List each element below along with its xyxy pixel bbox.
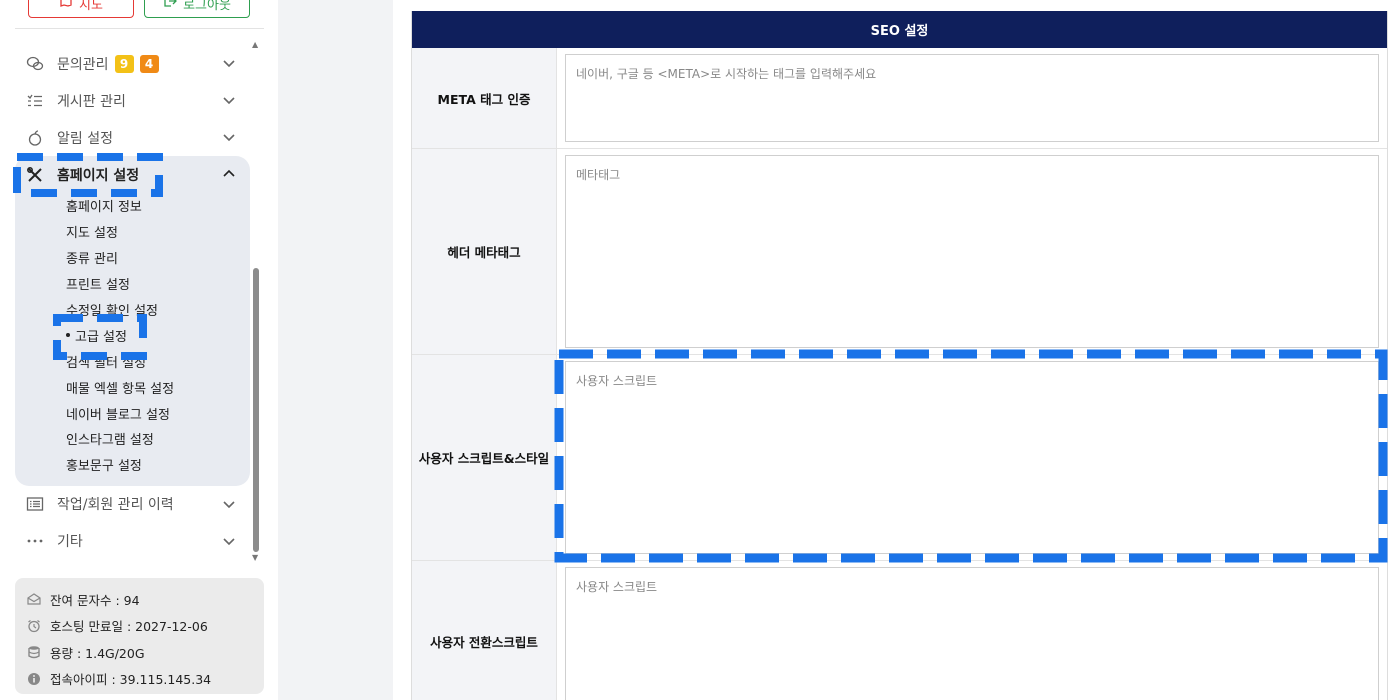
row-label: 사용자 전환스크립트 bbox=[412, 561, 557, 700]
sidebar-menu: 문의관리 9 4 게시판 관리 알림 설정 홈페이지 설정 홈페이지 정보 지도… bbox=[15, 45, 250, 560]
unread-badge-yellow: 9 bbox=[114, 54, 134, 73]
hosting-expiry-text: 호스팅 만료일 : 2027-12-06 bbox=[50, 619, 208, 635]
homepage-submenu: 홈페이지 정보 지도 설정 종류 관리 프린트 설정 수정일 확인 설정 고급 설정 검색 … bbox=[15, 193, 250, 478]
tools-icon bbox=[25, 165, 45, 185]
sidebar-item-label: 알림 설정 bbox=[57, 130, 113, 147]
sidebar-scrollbar[interactable]: ▲ ▼ bbox=[252, 40, 260, 565]
map-button[interactable]: 지도 bbox=[28, 0, 134, 18]
row-label: 헤더 메타태그 bbox=[412, 149, 557, 354]
row-label: 사용자 스크립트&스타일 bbox=[412, 355, 557, 560]
sms-remaining-text: 잔여 문자수 : 94 bbox=[50, 592, 140, 608]
row-field bbox=[557, 561, 1387, 700]
sidebar-item-label: 문의관리 bbox=[57, 56, 109, 73]
scroll-down-arrow-icon[interactable]: ▼ bbox=[252, 553, 258, 562]
row-field bbox=[557, 48, 1387, 148]
sidebar-item-board[interactable]: 게시판 관리 bbox=[15, 82, 250, 119]
row-field bbox=[557, 355, 1387, 560]
access-ip-text: 접속아이피 : 39.115.145.34 bbox=[50, 672, 212, 688]
map-button-label: 지도 bbox=[79, 0, 103, 13]
sidebar-item-etc[interactable]: 기타 bbox=[15, 523, 250, 560]
list-icon bbox=[25, 494, 45, 514]
info-circle-icon bbox=[27, 672, 41, 686]
app-root: 지도 로그아웃 문의관리 9 4 게시판 관리 알림 설정 홈페이지 설정 홈페… bbox=[0, 0, 1400, 700]
logout-button[interactable]: 로그아웃 bbox=[144, 0, 250, 18]
chevron-down-icon[interactable] bbox=[222, 56, 236, 70]
submenu-item[interactable]: 검색 필터 설정 bbox=[66, 348, 250, 374]
info-sms-row: 잔여 문자수 : 94 bbox=[27, 586, 252, 613]
submenu-item[interactable]: 종류 관리 bbox=[66, 245, 250, 271]
sidebar-item-history[interactable]: 작업/회원 관리 이력 bbox=[15, 486, 250, 523]
row-field bbox=[557, 149, 1387, 354]
alarm-clock-icon bbox=[27, 619, 41, 633]
chevron-up-icon[interactable] bbox=[222, 167, 236, 181]
header-meta-input[interactable] bbox=[565, 155, 1379, 348]
sidebar-item-label: 게시판 관리 bbox=[57, 93, 126, 110]
chevron-down-icon[interactable] bbox=[222, 534, 236, 548]
more-dots-icon bbox=[25, 531, 45, 551]
submenu-item[interactable]: 네이버 블로그 설정 bbox=[66, 400, 250, 426]
account-info-box: 잔여 문자수 : 94 호스팅 만료일 : 2027-12-06 용량 : 1.… bbox=[15, 578, 264, 694]
main-content: SEO 설정 META 태그 인증 헤더 메타태그 사용자 스크립트&스타일 bbox=[393, 0, 1400, 700]
unread-badge-orange: 4 bbox=[139, 54, 159, 73]
sidebar-item-homepage[interactable]: 홈페이지 설정 bbox=[15, 156, 250, 193]
database-icon bbox=[27, 645, 41, 659]
logout-icon bbox=[163, 0, 177, 12]
sidebar-item-label: 홈페이지 설정 bbox=[57, 167, 140, 184]
scrollbar-thumb[interactable] bbox=[253, 268, 259, 552]
row-meta-tag: META 태그 인증 bbox=[412, 48, 1387, 149]
submenu-item[interactable]: 인스타그램 설정 bbox=[66, 426, 250, 452]
row-conversion-script: 사용자 전환스크립트 bbox=[412, 561, 1387, 700]
row-user-script: 사용자 스크립트&스타일 bbox=[412, 355, 1387, 561]
user-script-input[interactable] bbox=[565, 361, 1379, 554]
row-header-meta: 헤더 메타태그 bbox=[412, 149, 1387, 355]
submenu-item[interactable]: 홍보문구 설정 bbox=[66, 452, 250, 478]
sidebar-item-inquiry[interactable]: 문의관리 9 4 bbox=[15, 45, 250, 82]
row-label: META 태그 인증 bbox=[412, 48, 557, 148]
meta-tag-input[interactable] bbox=[565, 54, 1379, 142]
chevron-down-icon[interactable] bbox=[222, 93, 236, 107]
submenu-item[interactable]: 프린트 설정 bbox=[66, 271, 250, 297]
conversion-script-input[interactable] bbox=[565, 567, 1379, 700]
top-buttons: 지도 로그아웃 bbox=[28, 0, 250, 18]
map-icon bbox=[59, 0, 73, 12]
submenu-item[interactable]: 수정일 확인 설정 bbox=[66, 297, 250, 323]
chevron-down-icon[interactable] bbox=[222, 497, 236, 511]
sidebar-item-label: 작업/회원 관리 이력 bbox=[57, 497, 174, 514]
submenu-item[interactable]: 지도 설정 bbox=[66, 219, 250, 245]
submenu-item[interactable]: 홈페이지 정보 bbox=[66, 193, 250, 219]
chat-icon bbox=[25, 54, 45, 74]
scroll-up-arrow-icon[interactable]: ▲ bbox=[252, 40, 258, 49]
seo-panel-title: SEO 설정 bbox=[412, 11, 1387, 48]
storage-usage-text: 용량 : 1.4G/20G bbox=[50, 645, 145, 661]
apple-icon bbox=[25, 128, 45, 148]
checklist-icon bbox=[25, 91, 45, 111]
logout-button-label: 로그아웃 bbox=[183, 0, 231, 13]
sidebar-item-label: 기타 bbox=[57, 534, 83, 551]
envelope-icon bbox=[27, 592, 41, 606]
chevron-down-icon[interactable] bbox=[222, 130, 236, 144]
seo-settings-panel: SEO 설정 META 태그 인증 헤더 메타태그 사용자 스크립트&스타일 bbox=[411, 11, 1388, 700]
submenu-item[interactable]: 매물 엑셀 항목 설정 bbox=[66, 374, 250, 400]
submenu-item[interactable]: 고급 설정 bbox=[66, 322, 250, 348]
sidebar-divider bbox=[15, 28, 264, 29]
sidebar-item-notify[interactable]: 알림 설정 bbox=[15, 119, 250, 156]
info-hosting-row: 호스팅 만료일 : 2027-12-06 bbox=[27, 613, 252, 640]
sidebar: 지도 로그아웃 문의관리 9 4 게시판 관리 알림 설정 홈페이지 설정 홈페… bbox=[0, 0, 278, 700]
homepage-settings-group: 홈페이지 설정 홈페이지 정보 지도 설정 종류 관리 프린트 설정 수정일 확인 설정… bbox=[15, 156, 250, 486]
info-ip-row: 접속아이피 : 39.115.145.34 bbox=[27, 666, 252, 693]
info-storage-row: 용량 : 1.4G/20G bbox=[27, 639, 252, 666]
